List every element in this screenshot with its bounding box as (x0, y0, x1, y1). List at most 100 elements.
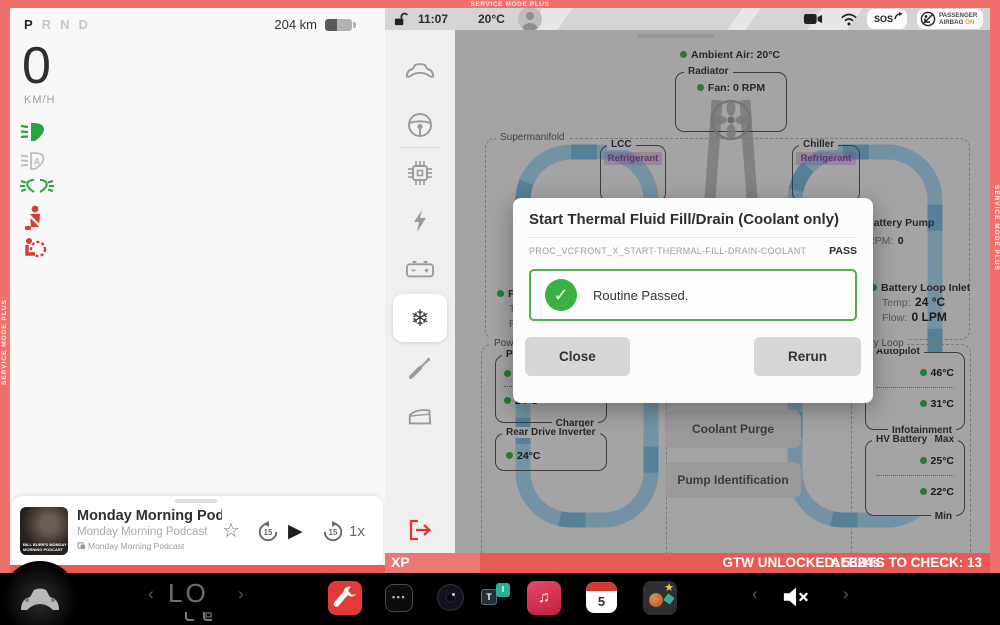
word-game-app-button[interactable]: T I (481, 583, 515, 613)
seatbelt-warning-icon (23, 205, 47, 231)
sos-button[interactable]: SOS (867, 9, 907, 29)
car-icon (405, 60, 435, 80)
range-remaining: 204 km (274, 17, 317, 32)
arcade-app-button[interactable]: ★ (643, 581, 677, 615)
thermal-diagram: Ambient Air: 20°C Radiator Fan: 0 RPM Su… (455, 30, 990, 553)
airbag-off-icon (920, 11, 936, 27)
check-icon: ✓ (545, 279, 577, 311)
media-source: Monday Morning Podcast (77, 541, 184, 551)
sos-arrow-icon (894, 12, 903, 20)
media-title: Monday Morning Pod (77, 508, 222, 524)
sidebar-item-high-voltage[interactable] (402, 203, 438, 239)
favorite-button[interactable]: ☆ (222, 518, 240, 543)
camera-app-button[interactable] (437, 584, 464, 611)
person-icon (518, 8, 542, 30)
taskbar: ‹ LO › ••• T I ♫ 5 ★ ‹ › (0, 573, 1000, 625)
hvac-temperature[interactable]: LO (168, 578, 209, 609)
service-mode-strip-left: SERVICE MODE PLUS (0, 0, 10, 573)
status-badge: PASS (829, 245, 857, 257)
temp-increase-chevron[interactable]: › (238, 584, 244, 604)
sidebar-item-thermal[interactable]: ❄ (393, 294, 447, 342)
routine-dialog: Start Thermal Fluid Fill/Drain (Coolant … (513, 198, 873, 403)
calendar-app-button[interactable]: 5 (586, 582, 617, 613)
service-app-button[interactable] (328, 581, 362, 615)
low-beam-icon (20, 121, 52, 143)
calendar-header (586, 582, 617, 591)
skip-back-15-button[interactable]: 15 (257, 521, 279, 543)
service-alert-bar: XP GTW UNLOCKED: 5324s ALERTS TO CHECK: … (385, 553, 990, 573)
alerts-count[interactable]: ALERTS TO CHECK: 13 (831, 555, 982, 570)
lightning-bolt-icon (412, 209, 428, 233)
clock: 11:07 (418, 12, 448, 26)
procedure-id: PROC_VCFRONT_X_START-THERMAL-FILL-DRAIN-… (529, 246, 806, 256)
sidebar-item-tools[interactable] (402, 350, 438, 386)
center-display: 11:07 20°C SOS (385, 8, 990, 553)
dashcam-icon[interactable] (803, 13, 823, 25)
album-art-text: BILL BURR'S MONDAY MORNING PODCAST (23, 542, 68, 552)
prev-track-chevron[interactable]: ‹ (752, 584, 758, 604)
sidebar-divider (399, 147, 441, 148)
seat-heater-right-icon[interactable] (201, 611, 214, 622)
svg-text:15: 15 (329, 528, 338, 537)
music-app-button[interactable]: ♫ (527, 581, 561, 615)
gem-icon (663, 593, 674, 604)
speed-value: 0 (22, 36, 51, 96)
sidebar-item-low-voltage[interactable] (402, 251, 438, 287)
routine-result-box: ✓ Routine Passed. (529, 269, 857, 321)
passenger-airbag-status: PASSENGER AIRBAG ON (917, 9, 983, 29)
rerun-button[interactable]: Rerun (754, 337, 861, 376)
speed-unit: KM/H (24, 94, 56, 106)
sidebar-item-software[interactable] (402, 155, 438, 191)
door-icon (407, 406, 433, 426)
gear-p: P (24, 17, 35, 32)
media-drag-handle[interactable] (175, 499, 217, 503)
sidebar-item-vehicle[interactable] (402, 52, 438, 88)
screwdriver-icon (408, 356, 432, 380)
album-art[interactable]: BILL BURR'S MONDAY MORNING PODCAST (20, 507, 68, 555)
planet-icon (649, 593, 663, 607)
wifi-icon[interactable] (840, 12, 858, 26)
lens-icon (445, 592, 456, 603)
tile-i-icon: I (496, 583, 510, 597)
unlocked-icon[interactable] (393, 12, 408, 27)
snowflake-icon: ❄ (410, 305, 429, 332)
gear-d: D (78, 17, 89, 32)
playback-rate-button[interactable]: 1x (349, 523, 365, 540)
status-bar: 11:07 20°C SOS (385, 8, 990, 30)
skip-forward-15-button[interactable]: 15 (322, 521, 344, 543)
chip-icon (407, 160, 433, 186)
battery-12v-icon (406, 260, 434, 278)
sidebar-item-exit-service[interactable] (402, 512, 438, 548)
seat-heater-left-icon[interactable] (183, 611, 196, 622)
instrument-cluster: PRND 204 km 0 KM/H A BILL BURR'S MONDAY (10, 8, 385, 565)
svg-text:15: 15 (264, 528, 273, 537)
logout-icon (408, 519, 432, 541)
steering-wheel-icon (407, 112, 433, 138)
media-subtitle: Monday Morning Podcast (77, 526, 207, 538)
xp-label: XP (391, 554, 410, 570)
next-track-chevron[interactable]: › (843, 584, 849, 604)
battery-level-icon (325, 19, 352, 31)
sidebar-item-chassis[interactable] (402, 107, 438, 143)
gear-r: R (42, 17, 53, 32)
media-player[interactable]: BILL BURR'S MONDAY MORNING PODCAST Monda… (12, 496, 383, 565)
auto-high-beam-icon: A (20, 151, 52, 171)
driver-profile-button[interactable] (518, 8, 542, 30)
calendar-day: 5 (586, 591, 617, 613)
outside-temperature[interactable]: 20°C (478, 12, 505, 26)
podcast-icon (77, 541, 86, 550)
star-icon: ★ (664, 581, 674, 594)
service-mode-strip-right: SERVICE MODE PLUS (990, 0, 1000, 573)
play-button[interactable]: ▶ (288, 520, 303, 543)
close-button[interactable]: Close (525, 337, 630, 376)
gear-n: N (60, 17, 71, 32)
volume-muted-icon[interactable] (782, 586, 810, 608)
dialog-title: Start Thermal Fluid Fill/Drain (Coolant … (513, 198, 873, 237)
temp-decrease-chevron[interactable]: ‹ (148, 584, 154, 604)
sidebar-item-closures[interactable] (402, 398, 438, 434)
app-launcher-button[interactable]: ••• (385, 584, 413, 612)
gear-indicator: PRND (24, 17, 97, 32)
car-controls-button[interactable] (17, 584, 63, 614)
tile-t-icon: T (481, 589, 497, 605)
wrench-icon (328, 581, 362, 615)
